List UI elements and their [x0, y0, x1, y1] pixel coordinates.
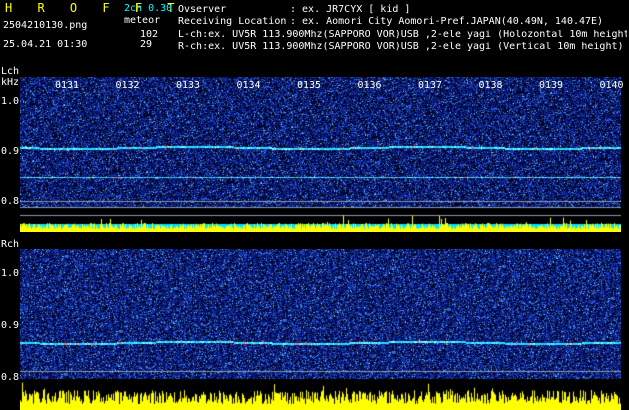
minute-tick-row: 0131 0132 0133 0134 0135 0136 0137 0138 0139 0140	[0, 80, 629, 92]
location-label: Receiving Location	[178, 16, 287, 27]
rch-ytick-0.9: 0.9	[1, 320, 20, 331]
minute-tick-0139: 0139	[538, 80, 564, 91]
minute-tick-0131: 0131	[54, 80, 80, 91]
lch-ytick-0.8: 0.8	[1, 196, 20, 207]
location-value: : ex. Aomori City Aomori-Pref.JAPAN(40.4…	[290, 16, 604, 27]
rch-ytick-1.0: 1.0	[1, 268, 20, 279]
minute-tick-0134: 0134	[236, 80, 261, 91]
minute-tick-0133: 0133	[175, 80, 201, 91]
minute-tick-0140: 0140	[599, 80, 624, 91]
channel-mode: 2ch 0.30	[124, 3, 173, 14]
rch-spectrogram	[20, 249, 621, 410]
lch-ytick-0.9: 0.9	[1, 146, 20, 157]
lch-description: L-ch:ex. UV5R 113.900Mhz(SAPPORO VOR)USB…	[178, 30, 627, 40]
rch-description: R-ch:ex. UV5R 113.900Mhz(SAPPORO VOR)USB…	[178, 42, 624, 52]
datetime: 25.04.21 01:30	[3, 39, 88, 50]
minute-tick-0138: 0138	[478, 80, 503, 91]
mode-label: meteor	[124, 15, 161, 26]
filename: 2504210130.png	[3, 20, 88, 31]
minute-tick-0132: 0132	[115, 80, 140, 91]
lch-spectrogram	[20, 77, 621, 232]
count-r: 29	[140, 39, 153, 50]
observer-label: Ovserver	[178, 4, 227, 15]
lch-label: Lch	[1, 66, 20, 77]
minute-tick-0136: 0136	[357, 80, 382, 91]
lch-ytick-1.0: 1.0	[1, 96, 20, 107]
rch-label: Rch	[1, 239, 20, 250]
observer-value: : ex. JR7CYX [ kid ]	[290, 4, 411, 15]
rch-ytick-0.8: 0.8	[1, 372, 20, 383]
minute-tick-0137: 0137	[417, 80, 443, 91]
minute-tick-0135: 0135	[296, 80, 322, 91]
